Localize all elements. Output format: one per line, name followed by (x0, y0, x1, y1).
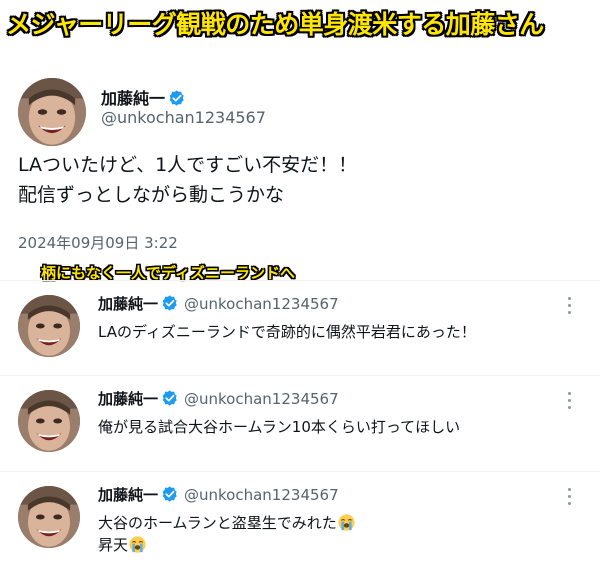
display-name[interactable]: 加藤純一 @unkochan1234567 (98, 388, 339, 409)
handle[interactable]: @unkochan1234567 (184, 390, 339, 408)
reply-tweet[interactable]: 加藤純一 @unkochan1234567 俺が見る試合大谷ホームラン10本くらい… (0, 375, 600, 470)
handle[interactable]: @unkochan1234567 (184, 295, 339, 313)
tweet-text-line: 昇天 (98, 534, 355, 556)
more-options-icon[interactable] (568, 488, 572, 506)
tweet-text: LAついたけど、1人ですごい不安だ！！ 配信ずっとしながら動こうかな (18, 150, 357, 210)
display-name-text: 加藤純一 (101, 89, 166, 108)
avatar[interactable] (18, 295, 80, 357)
crying-face-icon (338, 514, 355, 531)
tweet-text-line: 大谷のホームランと盗塁生でみれた (98, 512, 355, 534)
more-options-icon[interactable] (568, 392, 572, 410)
display-name[interactable]: 加藤純一 @unkochan1234567 (98, 484, 339, 505)
display-name[interactable]: 加藤純一 @unkochan1234567 (98, 293, 339, 314)
tweet-timestamp[interactable]: 2024年09月09日 3:22 (18, 232, 178, 253)
reply-tweet[interactable]: 加藤純一 @unkochan1234567 大谷のホームランと盗塁生でみれた 昇天 (0, 471, 600, 566)
tweet-text-line: LAのディズニーランドで奇跡的に偶然平岩君にあった！ (98, 323, 476, 341)
avatar[interactable] (18, 390, 80, 452)
verified-badge-icon (169, 90, 185, 106)
tweet-text-line: 配信ずっとしながら動こうかな (18, 184, 285, 206)
tweet-text-line-text: 大谷のホームランと盗塁生でみれた (98, 514, 337, 532)
verified-badge-icon (162, 295, 178, 311)
verified-badge-icon (162, 390, 178, 406)
avatar[interactable] (18, 78, 86, 146)
tweet-text-line: LAついたけど、1人ですごい不安だ！！ (18, 154, 358, 176)
tweet-text-line: 俺が見る試合大谷ホームラン10本くらい打ってほしい (98, 418, 461, 436)
handle[interactable]: @unkochan1234567 (184, 486, 339, 504)
more-options-icon[interactable] (568, 297, 572, 315)
main-tweet[interactable]: 加藤純一 @unkochan1234567 LAついたけど、1人ですごい不安だ！… (0, 52, 600, 252)
crying-face-icon (129, 536, 146, 553)
display-name[interactable]: 加藤純一 (101, 85, 185, 109)
verified-badge-icon (162, 486, 178, 502)
display-name-text: 加藤純一 (98, 295, 159, 313)
tweet-text: LAのディズニーランドで奇跡的に偶然平岩君にあった！ (98, 321, 476, 343)
tweet-text-line-text: 昇天 (98, 536, 129, 554)
tweet-text: 俺が見る試合大谷ホームラン10本くらい打ってほしい (98, 416, 460, 438)
title-banner: メジャーリーグ観戦のため単身渡米する加藤さん (0, 0, 600, 52)
avatar[interactable] (18, 486, 80, 548)
display-name-text: 加藤純一 (98, 390, 159, 408)
tweet-text: 大谷のホームランと盗塁生でみれた 昇天 (98, 512, 355, 556)
handle[interactable]: @unkochan1234567 (101, 108, 266, 127)
banner-title: メジャーリーグ観戦のため単身渡米する加藤さん (6, 10, 544, 39)
reply-tweet[interactable]: 加藤純一 @unkochan1234567 LAのディズニーランドで奇跡的に偶然平… (0, 280, 600, 375)
display-name-text: 加藤純一 (98, 486, 159, 504)
